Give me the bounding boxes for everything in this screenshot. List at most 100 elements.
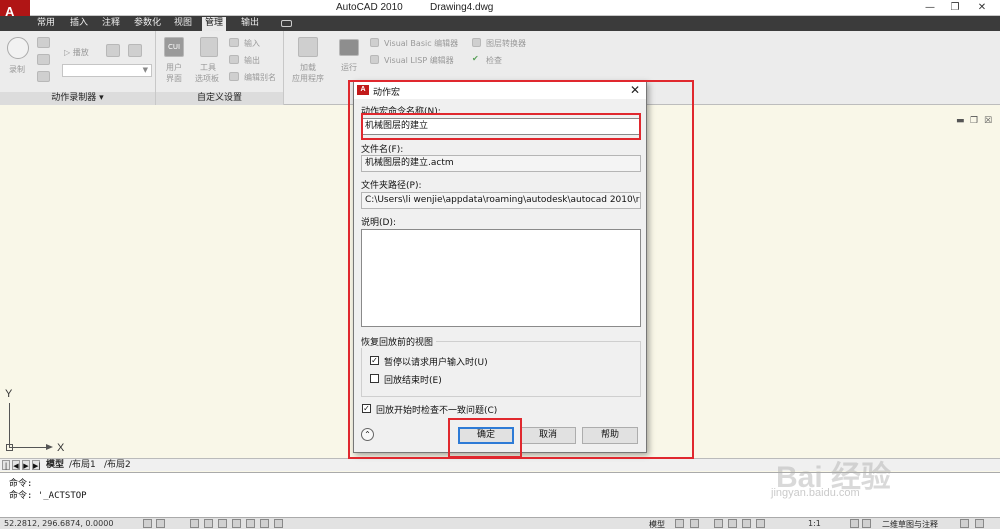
check-standards-button[interactable]: 检查: [486, 55, 502, 66]
grid-toggle[interactable]: [156, 519, 165, 528]
layer-translator-icon[interactable]: [472, 38, 481, 47]
description-label: 说明(D):: [361, 218, 396, 228]
description-textarea[interactable]: [361, 229, 641, 327]
file-name-label: 文件名(F):: [361, 145, 404, 155]
tab-home[interactable]: 常用: [34, 17, 58, 30]
auto-scale-icon[interactable]: [862, 519, 871, 528]
file-name-field: 机械图层的建立.actm: [361, 155, 641, 172]
drawing-restore-icon[interactable]: ❐: [970, 116, 978, 126]
ortho-toggle[interactable]: [190, 519, 199, 528]
tab-manage[interactable]: 管理: [202, 17, 227, 31]
lock-icon[interactable]: [960, 519, 969, 528]
macro-name-input[interactable]: 机械图层的建立: [361, 118, 641, 135]
osnap-toggle[interactable]: [218, 519, 227, 528]
check-inconsistency-checkbox[interactable]: ✓: [362, 404, 371, 413]
record-label: 录制: [9, 65, 25, 74]
record-icon[interactable]: [7, 37, 29, 59]
workspace-switch[interactable]: 二维草图与注释: [882, 519, 938, 529]
command-history-line: 命令: '_ACTSTOP: [9, 491, 87, 501]
macro-select[interactable]: ▼: [62, 64, 152, 77]
tab-view[interactable]: 视图: [171, 17, 195, 30]
first-layout-icon[interactable]: |◀: [2, 460, 10, 480]
playback-end-label: 回放结束时(E): [384, 376, 442, 386]
edit-alias-icon[interactable]: [229, 72, 239, 81]
coordinate-readout: 52.2812, 296.6874, 0.0000: [4, 519, 114, 528]
user-interface-label: 用户: [166, 63, 182, 72]
panel-title-action-recorder[interactable]: 动作录制器 ▾: [0, 92, 155, 105]
check-icon: ✔: [472, 54, 479, 63]
insert-message-icon[interactable]: [37, 54, 50, 65]
dyn-toggle[interactable]: [260, 519, 269, 528]
export-icon[interactable]: [229, 55, 239, 64]
playback-end-checkbox[interactable]: [370, 374, 379, 383]
ucs-x-label: X: [57, 442, 65, 454]
snap-toggle[interactable]: [143, 519, 152, 528]
prev-layout-icon[interactable]: ◀: [12, 460, 20, 470]
layer-translator-button[interactable]: 图层转换器: [486, 38, 526, 49]
run-script-icon[interactable]: [339, 39, 359, 56]
polar-toggle[interactable]: [204, 519, 213, 528]
ribbon-minimize-icon[interactable]: [281, 20, 292, 27]
restore-button[interactable]: ❐: [945, 1, 965, 14]
import-icon[interactable]: [229, 38, 239, 47]
layout-tab-layout1[interactable]: /布局1: [69, 460, 96, 471]
status-bar: 52.2812, 296.6874, 0.0000 模型 1:1 二维草图与注释: [0, 517, 1000, 529]
pan-icon[interactable]: [714, 519, 723, 528]
tab-annotate[interactable]: 注释: [99, 17, 123, 30]
vba-editor-icon[interactable]: [370, 38, 379, 47]
help-button[interactable]: 帮助: [582, 427, 638, 444]
drawing-close-icon[interactable]: ☒: [984, 116, 992, 126]
ducs-toggle[interactable]: [246, 519, 255, 528]
export-button[interactable]: 输出: [244, 55, 260, 66]
dialog-close-button[interactable]: ✕: [630, 83, 640, 97]
steering-wheel-icon[interactable]: [742, 519, 751, 528]
minimize-button[interactable]: —: [920, 1, 940, 14]
next-layout-icon[interactable]: ▶: [22, 460, 30, 470]
last-layout-icon[interactable]: ▶|: [32, 460, 41, 470]
pause-for-input-checkbox[interactable]: ✓: [370, 356, 379, 365]
panel-action-recorder: 录制 ▷ 播放 ▼ 动作录制器 ▾: [0, 31, 156, 105]
annotation-scale[interactable]: 1:1: [808, 519, 821, 528]
macro-icon[interactable]: [37, 37, 50, 48]
ucs-y-label: Y: [5, 388, 13, 400]
ucs-x-arrow-icon: [46, 444, 53, 450]
request-input-icon[interactable]: [37, 71, 50, 82]
layout-tab-layout2[interactable]: /布局2: [104, 460, 131, 471]
layout-tab-model[interactable]: 模型: [46, 460, 64, 471]
preferences-icon[interactable]: [106, 44, 120, 57]
import-button[interactable]: 输入: [244, 38, 260, 49]
panel-customization: CUI 用户 界面 工具 选项板 输入 输出 编辑别名 自定义设置: [156, 31, 284, 105]
collapse-options-button[interactable]: ⌃: [361, 428, 374, 441]
otrack-toggle[interactable]: [232, 519, 241, 528]
lisp-editor-icon[interactable]: [370, 55, 379, 64]
tab-parametric[interactable]: 参数化: [131, 17, 164, 30]
zoom-icon[interactable]: [728, 519, 737, 528]
clean-screen-icon[interactable]: [975, 519, 984, 528]
close-window-button[interactable]: ✕: [972, 1, 992, 14]
tab-insert[interactable]: 插入: [67, 17, 91, 30]
app-title: AutoCAD 2010: [336, 2, 403, 13]
tool-palette-label: 工具: [200, 63, 216, 72]
cancel-button[interactable]: 取消: [520, 427, 576, 444]
tab-output[interactable]: 输出: [238, 17, 262, 30]
model-space-button[interactable]: 模型: [649, 519, 665, 529]
lineweight-toggle[interactable]: [274, 519, 283, 528]
vba-editor-button[interactable]: Visual Basic 编辑器: [384, 38, 458, 49]
annotation-visibility-icon[interactable]: [850, 519, 859, 528]
cui-icon[interactable]: CUI: [164, 37, 184, 57]
play-button[interactable]: ▷ 播放: [64, 47, 89, 58]
manage-macros-icon[interactable]: [128, 44, 142, 57]
dialog-title-bar[interactable]: A 动作宏 ✕: [354, 82, 646, 99]
ok-button[interactable]: 确定: [458, 427, 514, 444]
load-application-icon[interactable]: [298, 37, 318, 57]
quick-view-drawings-icon[interactable]: [690, 519, 699, 528]
lisp-editor-button[interactable]: Visual LISP 编辑器: [384, 55, 454, 66]
dialog-title: 动作宏: [373, 88, 401, 98]
edit-aliases-button[interactable]: 编辑别名: [244, 72, 276, 83]
tool-palette-icon[interactable]: [200, 37, 218, 57]
quick-view-layouts-icon[interactable]: [675, 519, 684, 528]
folder-path-field: C:\Users\li wenjie\appdata\roaming\autod…: [361, 192, 641, 209]
tool-palette-label-2: 选项板: [195, 74, 219, 83]
showmotion-icon[interactable]: [756, 519, 765, 528]
drawing-minimize-icon[interactable]: ▬: [956, 116, 965, 126]
